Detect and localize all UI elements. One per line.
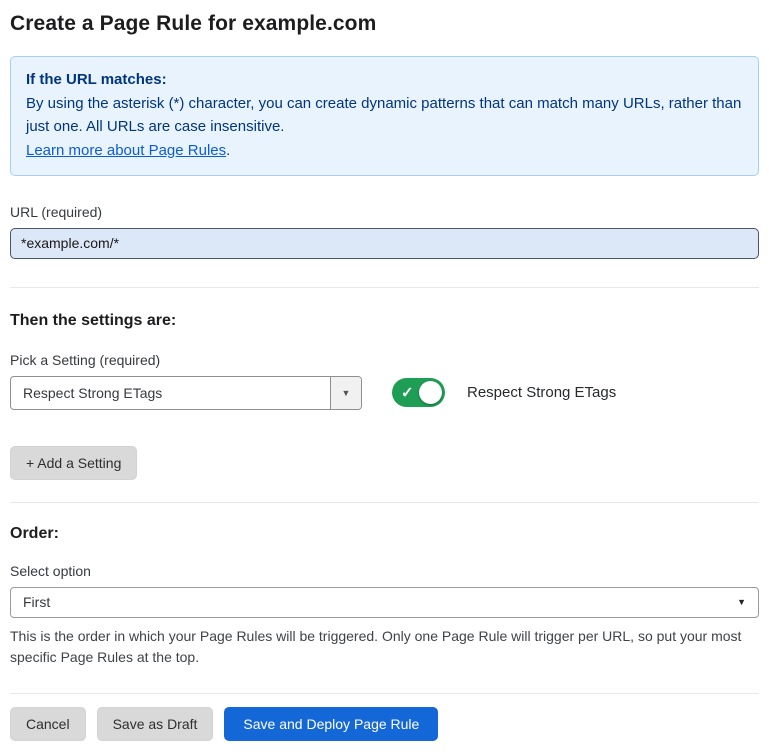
toggle-knob	[419, 381, 442, 404]
setting-toggle-label: Respect Strong ETags	[467, 384, 616, 401]
section-divider	[10, 502, 759, 503]
add-setting-button[interactable]: + Add a Setting	[10, 446, 137, 480]
setting-toggle[interactable]: ✓	[392, 378, 445, 407]
order-select-label: Select option	[10, 563, 759, 579]
setting-select-value: Respect Strong ETags	[11, 377, 330, 409]
learn-more-link[interactable]: Learn more about Page Rules	[26, 142, 226, 159]
save-draft-button[interactable]: Save as Draft	[97, 707, 214, 741]
section-divider	[10, 287, 759, 288]
order-select[interactable]: First ▼	[10, 587, 759, 618]
dropdown-arrow-icon[interactable]: ▼	[330, 377, 361, 409]
info-box-link-row: Learn more about Page Rules.	[26, 139, 743, 163]
page-rule-form: Create a Page Rule for example.com If th…	[0, 0, 769, 755]
settings-section-heading: Then the settings are:	[10, 312, 759, 330]
link-suffix: .	[226, 142, 230, 159]
footer-divider	[10, 693, 759, 694]
cancel-button[interactable]: Cancel	[10, 707, 86, 741]
url-input[interactable]	[10, 228, 759, 259]
check-icon: ✓	[401, 383, 414, 401]
order-select-value: First	[23, 594, 50, 610]
footer-actions: Cancel Save as Draft Save and Deploy Pag…	[10, 707, 759, 741]
info-box-heading: If the URL matches:	[26, 68, 743, 92]
url-field-label: URL (required)	[10, 204, 759, 220]
page-title: Create a Page Rule for example.com	[10, 12, 759, 36]
url-match-info-box: If the URL matches: By using the asteris…	[10, 56, 759, 176]
order-section-heading: Order:	[10, 525, 759, 543]
info-box-body: By using the asterisk (*) character, you…	[26, 92, 743, 139]
setting-picker-label: Pick a Setting (required)	[10, 352, 759, 368]
setting-select[interactable]: Respect Strong ETags ▼	[10, 376, 362, 410]
chevron-down-icon: ▼	[737, 597, 746, 607]
order-help-text: This is the order in which your Page Rul…	[10, 626, 755, 669]
save-deploy-button[interactable]: Save and Deploy Page Rule	[224, 707, 438, 741]
setting-row: Respect Strong ETags ▼ ✓ Respect Strong …	[10, 376, 759, 410]
